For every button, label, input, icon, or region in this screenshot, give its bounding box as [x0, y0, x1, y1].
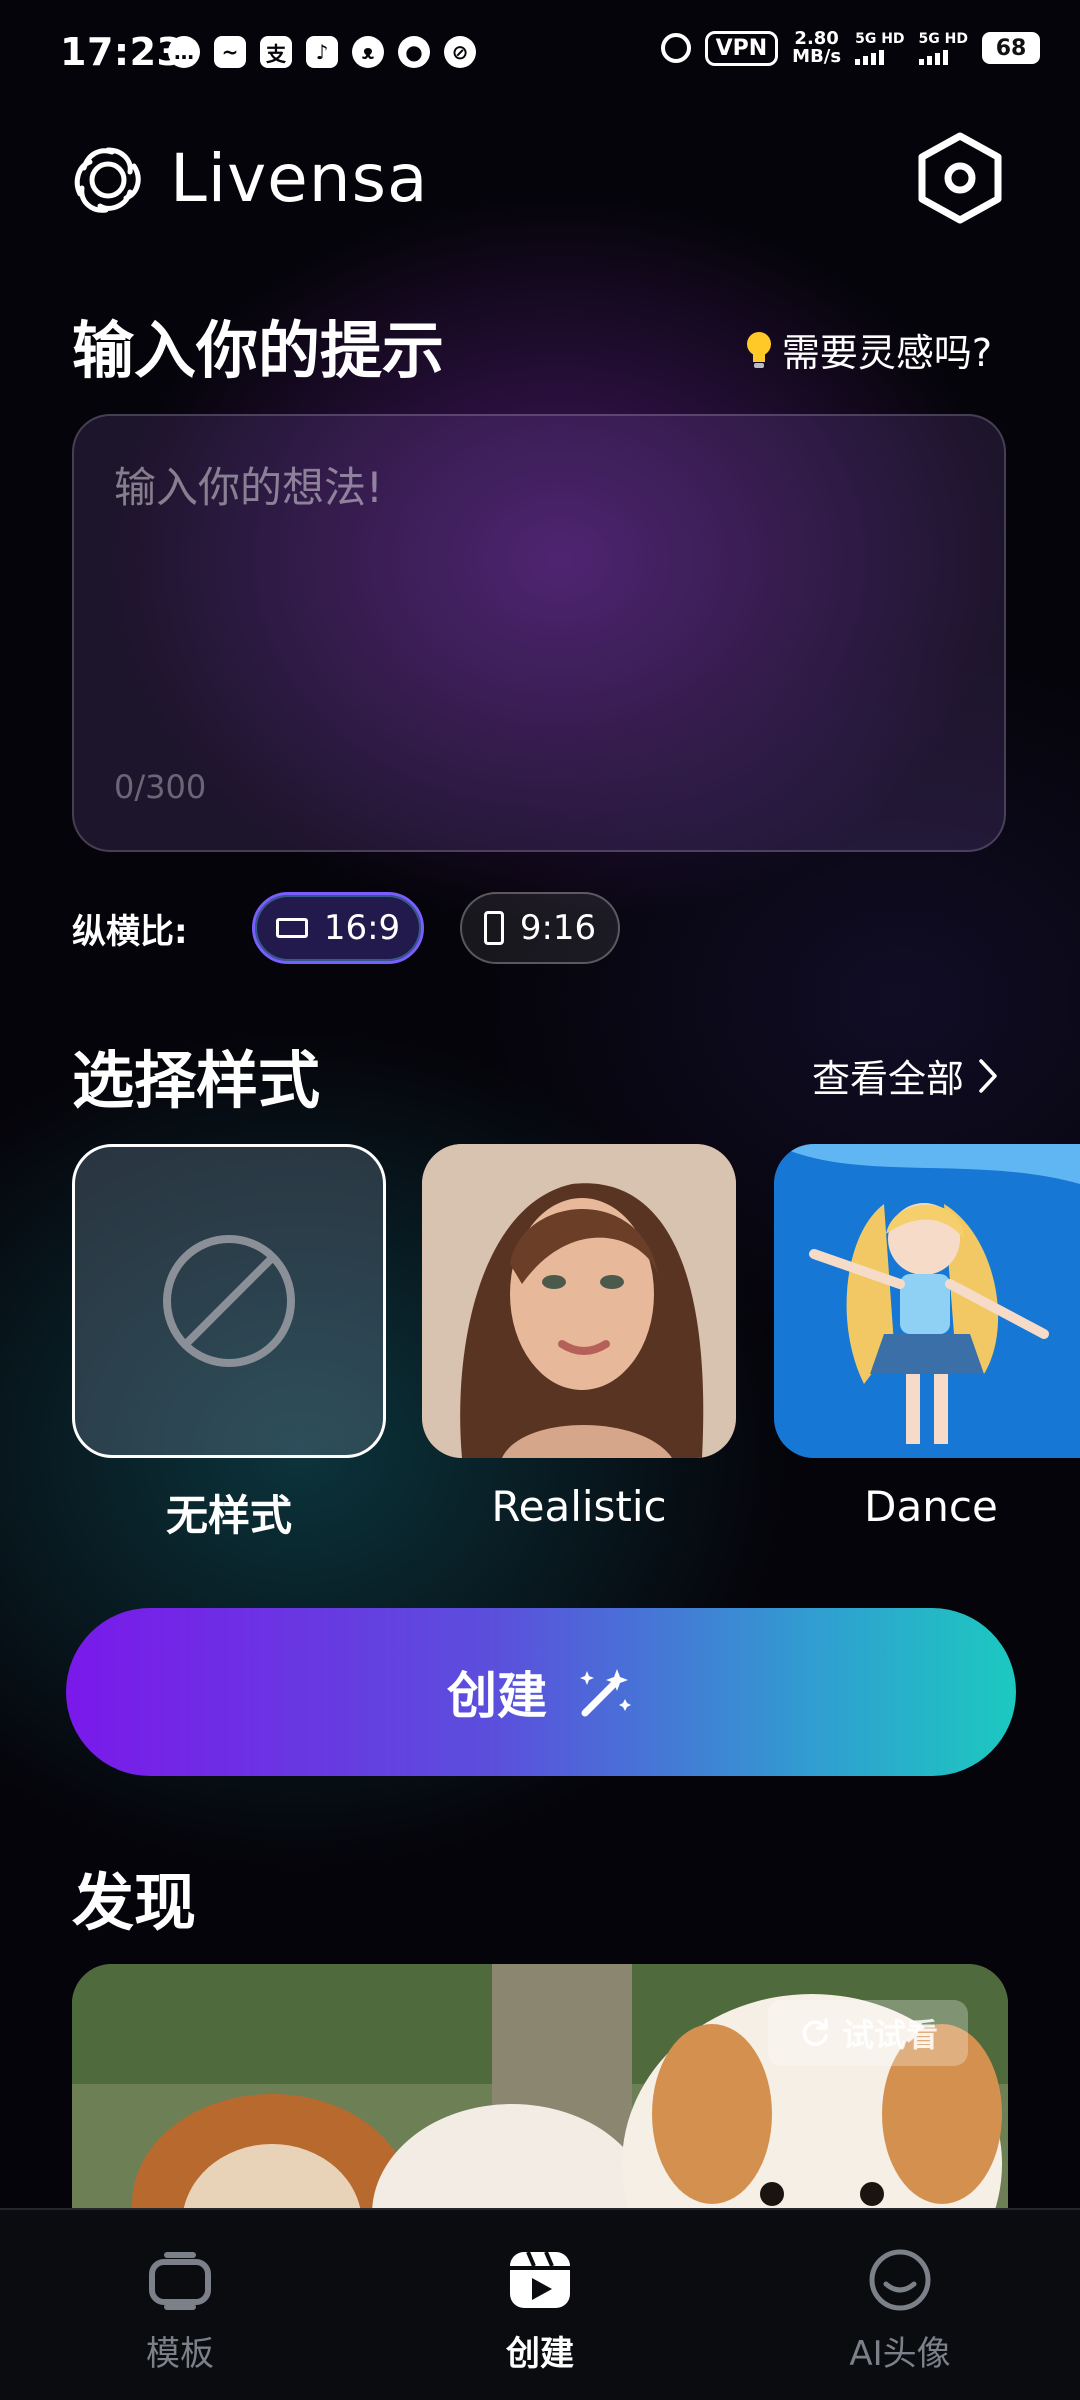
signal-sim1-label: 5G HD — [855, 30, 905, 47]
realistic-portrait-image — [422, 1144, 736, 1458]
discover-section-title: 发现 — [72, 1866, 197, 1939]
inspiration-link[interactable]: 需要灵感吗? — [744, 322, 992, 377]
signal-sim1: 5G HD — [855, 30, 905, 65]
try-it-label: 试试看 — [841, 2016, 938, 2054]
style-label-no-style: 无样式 — [165, 1491, 292, 1540]
template-icon — [149, 2252, 211, 2310]
message-icon: … — [168, 36, 200, 68]
tiktok-icon: ♪ — [306, 36, 338, 68]
create-button-label: 创建 — [447, 1667, 547, 1725]
nav-item-ai-avatar[interactable]: AI头像 — [750, 2210, 1050, 2400]
aspect-ratio-16-9-chip[interactable]: 16:9 — [252, 892, 424, 964]
no-style-icon — [163, 1235, 295, 1367]
create-button[interactable]: 创建 — [66, 1608, 1016, 1776]
lightbulb-icon — [746, 331, 771, 368]
landscape-icon — [275, 918, 308, 938]
livensa-logo-icon — [74, 147, 141, 213]
signal-sim2-label: 5G HD — [918, 30, 968, 47]
signal-bars-icon — [918, 49, 968, 65]
aspect-ratio-9-16-chip[interactable]: 9:16 — [460, 892, 620, 964]
nav-item-templates[interactable]: 模板 — [30, 2210, 330, 2400]
refresh-icon — [802, 2018, 828, 2046]
try-it-button[interactable]: 试试看 — [768, 2000, 968, 2066]
see-all-label: 查看全部 — [811, 1057, 964, 1101]
style-label-realistic: Realistic — [491, 1482, 667, 1531]
status-right-group: VPN 2.80 MB/s 5G HD 5G HD 68 — [660, 30, 1040, 66]
chevron-right-icon — [979, 1058, 997, 1093]
status-time: 17:23 — [60, 30, 184, 74]
portrait-icon — [483, 911, 504, 945]
create-play-icon — [510, 2251, 570, 2308]
app-title: Livensa — [170, 140, 429, 217]
prompt-placeholder: 输入你的想法! — [114, 463, 383, 512]
bottom-navigation: 模板 创建 AI头像 — [0, 2208, 1080, 2400]
app-screen: 17:23 … ~ 支 ♪ ᴥ ● ⊘ VPN 2.80 MB/s 5G HD … — [0, 0, 1080, 2400]
vpn-badge: VPN — [704, 30, 779, 66]
inspiration-link-label: 需要灵感吗? — [781, 331, 992, 375]
nav-label-templates: 模板 — [146, 2334, 214, 2374]
style-card-no-style[interactable] — [72, 1144, 386, 1458]
character-counter: 0/300 — [114, 768, 207, 806]
nav-label-ai-avatar: AI头像 — [849, 2334, 951, 2374]
style-section-title: 选择样式 — [72, 1044, 321, 1117]
signal-sim2: 5G HD — [918, 30, 968, 65]
qq-icon: ● — [398, 36, 430, 68]
prompt-section-title: 输入你的提示 — [72, 314, 445, 387]
aspect-ratio-16-9-label: 16:9 — [323, 908, 401, 948]
whale-app-icon: ~ — [214, 36, 246, 68]
aspect-ratio-label: 纵横比: — [72, 912, 188, 952]
bull-app-icon: ᴥ — [352, 36, 384, 68]
nav-item-create[interactable]: 创建 — [390, 2210, 690, 2400]
network-speed-unit: MB/s — [792, 46, 842, 67]
compass-icon: ⊘ — [444, 36, 476, 68]
aspect-ratio-9-16-label: 9:16 — [519, 908, 597, 948]
settings-hexagon-icon[interactable] — [916, 130, 1004, 226]
dance-anime-image — [774, 1144, 1080, 1458]
style-card-realistic[interactable] — [422, 1144, 736, 1458]
alarm-icon — [660, 33, 691, 63]
ai-avatar-icon — [869, 2249, 931, 2311]
network-speed: 2.80 MB/s — [792, 30, 841, 66]
signal-bars-icon — [855, 49, 904, 65]
status-bar: 17:23 … ~ 支 ♪ ᴥ ● ⊘ VPN 2.80 MB/s 5G HD … — [0, 0, 1080, 110]
nav-label-create: 创建 — [506, 2334, 574, 2374]
style-label-dance: Dance — [864, 1482, 998, 1531]
notification-icons: … ~ 支 ♪ ᴥ ● ⊘ — [168, 36, 476, 68]
alipay-icon: 支 — [260, 36, 292, 68]
style-card-dance[interactable] — [774, 1144, 1080, 1458]
battery-indicator: 68 — [982, 32, 1040, 64]
magic-wand-icon — [580, 1669, 631, 1717]
prompt-textarea[interactable]: 输入你的想法! 0/300 — [72, 414, 1006, 852]
see-all-link[interactable]: 查看全部 — [812, 1048, 998, 1103]
